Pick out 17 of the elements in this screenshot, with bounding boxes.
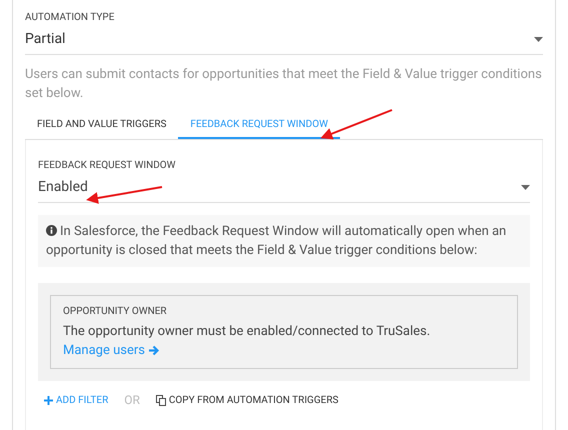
dropdown-caret-icon — [534, 37, 543, 42]
description-text: Users can submit contacts for opportunities that meet the Field & Value trigger conditions set below. — [25, 66, 543, 103]
field-label: AUTOMATION TYPE — [25, 11, 116, 25]
dropdown-caret-icon — [521, 185, 530, 190]
filter-title: OPPORTUNITY OWNER — [63, 305, 168, 319]
tab[interactable]: FIELD AND VALUE TRIGGERS — [25, 111, 178, 139]
info-icon — [46, 225, 57, 236]
feedback-window-select[interactable]: Enabled — [38, 173, 530, 203]
filter-text: The opportunity owner must be enabled/connected to TruSales. Manage users — [63, 323, 432, 360]
copy-triggers-button[interactable]: COPY FROM AUTOMATION TRIGGERS — [156, 392, 338, 408]
info-text: In Salesforce, the Feedback Request Window will automatically open when an opportunity is closed that meets the Field & Value trigger conditions below: — [46, 223, 508, 260]
arrow-right-icon — [148, 345, 160, 356]
copy-icon — [156, 394, 166, 406]
field-label: FEEDBACK REQUEST WINDOW — [38, 159, 177, 173]
or-text: OR — [124, 392, 140, 409]
plus-icon — [44, 396, 53, 404]
automation-type-select[interactable]: Partial — [25, 25, 543, 55]
